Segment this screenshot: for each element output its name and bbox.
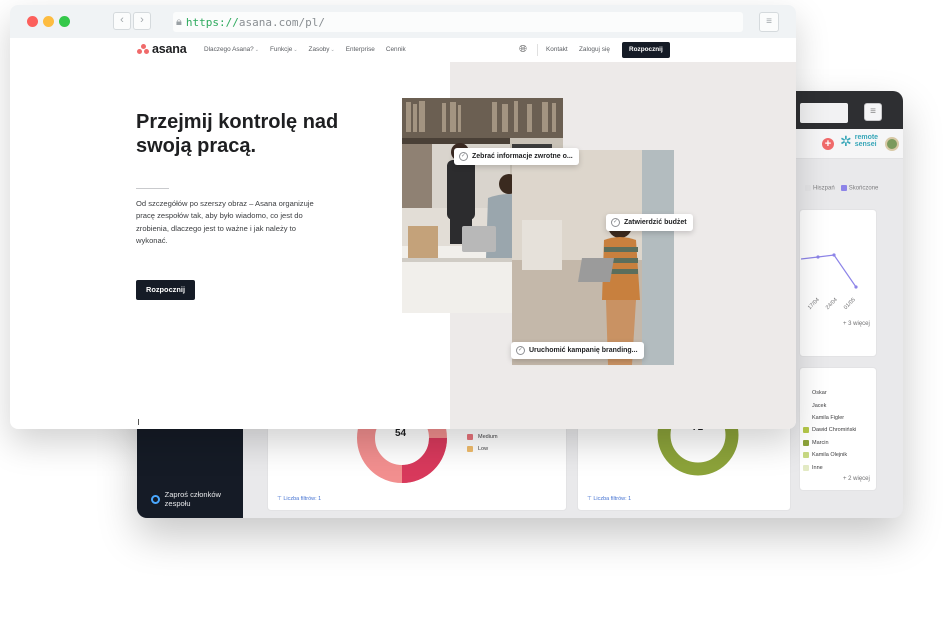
url-path: asana.com/pl/ bbox=[238, 15, 325, 29]
nav-cta-button[interactable]: Rozpocznij bbox=[622, 42, 670, 58]
data-point bbox=[832, 253, 836, 257]
lock-icon: 🔒︎ bbox=[176, 15, 182, 28]
nav-item-enterprise[interactable]: Enterprise bbox=[346, 46, 375, 53]
asana-page: asana Dlaczego Asana?⌄ Funkcje⌄ Zasoby⌄ … bbox=[10, 38, 796, 429]
logo-text: asana bbox=[152, 42, 187, 56]
people-legend: Oskar Jacek Kamila Figler Dawid Chromińs… bbox=[803, 387, 856, 474]
list-item: Dawid Chromiński bbox=[803, 424, 856, 436]
task-card[interactable]: ✓ Zebrać informacje zwrotne o... bbox=[454, 148, 579, 165]
site-nav: asana Dlaczego Asana?⌄ Funkcje⌄ Zasoby⌄ … bbox=[10, 38, 796, 62]
list-item: Kamila Figler bbox=[803, 412, 856, 424]
chevron-left-icon[interactable]: ‹ bbox=[113, 12, 131, 30]
line-chart bbox=[801, 253, 858, 289]
minimize-window-button[interactable] bbox=[43, 16, 54, 27]
divider bbox=[136, 188, 169, 189]
url-scheme: https:// bbox=[185, 15, 239, 29]
check-circle-icon[interactable]: ✓ bbox=[459, 152, 468, 161]
hero-headline: Przejmij kontrolę nad swoją pracą. bbox=[136, 111, 339, 157]
browser-chrome: ‹ › 🔒︎ https://asana.com/pl/ ≡ bbox=[10, 5, 796, 38]
task-label: Zatwierdzić budżet bbox=[624, 219, 687, 226]
logo-line-2: sensei bbox=[854, 141, 877, 148]
logo-line-1: remote bbox=[854, 134, 879, 141]
more-link[interactable]: + 3 więcej bbox=[843, 321, 870, 327]
dashboard-url-bar[interactable] bbox=[800, 103, 848, 123]
check-circle-icon[interactable]: ✓ bbox=[611, 218, 620, 227]
invite-icon bbox=[151, 494, 160, 504]
check-circle-icon[interactable]: ✓ bbox=[516, 346, 525, 355]
invite-team-button[interactable]: Zaproś członków zespołu bbox=[151, 490, 243, 508]
scroll-indicator bbox=[138, 419, 139, 425]
asana-logo[interactable]: asana bbox=[137, 42, 187, 56]
list-item: Marcin bbox=[803, 437, 856, 449]
list-item: Kamila Olejnik bbox=[803, 449, 856, 461]
list-item: Oskar bbox=[803, 387, 856, 399]
list-item: Jacek bbox=[803, 399, 856, 411]
chart-legend: Hiszpań Skończone bbox=[805, 185, 878, 192]
more-people-link[interactable]: + 2 więcej bbox=[843, 476, 870, 482]
filter-link[interactable]: ⊤ Liczba filtrów: 1 bbox=[587, 496, 631, 502]
legend-item: Low bbox=[478, 446, 489, 452]
login-link[interactable]: Zaloguj się bbox=[579, 46, 610, 53]
data-point bbox=[854, 285, 858, 289]
close-window-button[interactable] bbox=[27, 16, 38, 27]
remote-sensei-logo: ✲ remote sensei bbox=[840, 134, 878, 148]
chevron-down-icon: ⌄ bbox=[330, 47, 335, 53]
chevron-down-icon: ⌄ bbox=[293, 47, 298, 53]
dashboard-menu-icon[interactable]: ≡ bbox=[864, 103, 882, 121]
task-card[interactable]: ✓ Zatwierdzić budżet bbox=[606, 214, 693, 231]
add-icon[interactable]: + bbox=[822, 138, 834, 150]
donut-value: 54 bbox=[395, 428, 407, 439]
nav-item-resources[interactable]: Zasoby⌄ bbox=[309, 46, 335, 53]
donut-segment bbox=[401, 437, 447, 483]
hero-cta-button[interactable]: Rozpocznij bbox=[136, 280, 196, 300]
nav-links: Dlaczego Asana?⌄ Funkcje⌄ Zasoby⌄ Enterp… bbox=[204, 46, 406, 53]
legend-item: Hiszpań bbox=[813, 185, 835, 192]
nav-item-features[interactable]: Funkcje⌄ bbox=[270, 46, 298, 53]
task-label: Uruchomić kampanię branding... bbox=[529, 347, 638, 354]
legend-item: Medium bbox=[478, 434, 498, 440]
list-item: Inne bbox=[803, 461, 856, 473]
menu-icon[interactable]: ≡ bbox=[759, 12, 779, 32]
filter-link[interactable]: ⊤ Liczba filtrów: 1 bbox=[277, 496, 321, 502]
chevron-right-icon[interactable]: › bbox=[133, 12, 151, 30]
legend-swatch bbox=[840, 185, 847, 191]
nav-divider bbox=[537, 44, 538, 56]
chevron-down-icon: ⌄ bbox=[254, 47, 259, 53]
legend-item: Skończone bbox=[848, 185, 879, 192]
avatar[interactable] bbox=[885, 137, 899, 151]
asana-logo-icon bbox=[137, 44, 149, 54]
maximize-window-button[interactable] bbox=[59, 16, 70, 27]
legend-swatch bbox=[805, 185, 811, 191]
globe-icon[interactable]: 🌐︎ bbox=[519, 44, 527, 55]
task-label: Zebrać informacje zwrotne o... bbox=[472, 153, 573, 160]
nav-item-pricing[interactable]: Cennik bbox=[386, 46, 406, 53]
invite-label: Zaproś członków zespołu bbox=[164, 490, 221, 508]
browser-window: ‹ › 🔒︎ https://asana.com/pl/ ≡ asana Dla… bbox=[10, 5, 796, 429]
priority-legend: Medium Low bbox=[467, 431, 498, 455]
series-line bbox=[801, 254, 857, 288]
hero-description: Od szczegółów po szerszy obraz – Asana o… bbox=[136, 199, 314, 245]
woman-laptop-photo bbox=[512, 150, 674, 365]
contact-link[interactable]: Kontakt bbox=[546, 46, 568, 53]
data-point bbox=[816, 255, 820, 259]
nav-item-why[interactable]: Dlaczego Asana?⌄ bbox=[204, 46, 259, 53]
address-bar[interactable]: 🔒︎ https://asana.com/pl/ bbox=[173, 12, 743, 32]
sun-icon: ✲ bbox=[840, 133, 852, 149]
task-card[interactable]: ✓ Uruchomić kampanię branding... bbox=[511, 342, 644, 359]
